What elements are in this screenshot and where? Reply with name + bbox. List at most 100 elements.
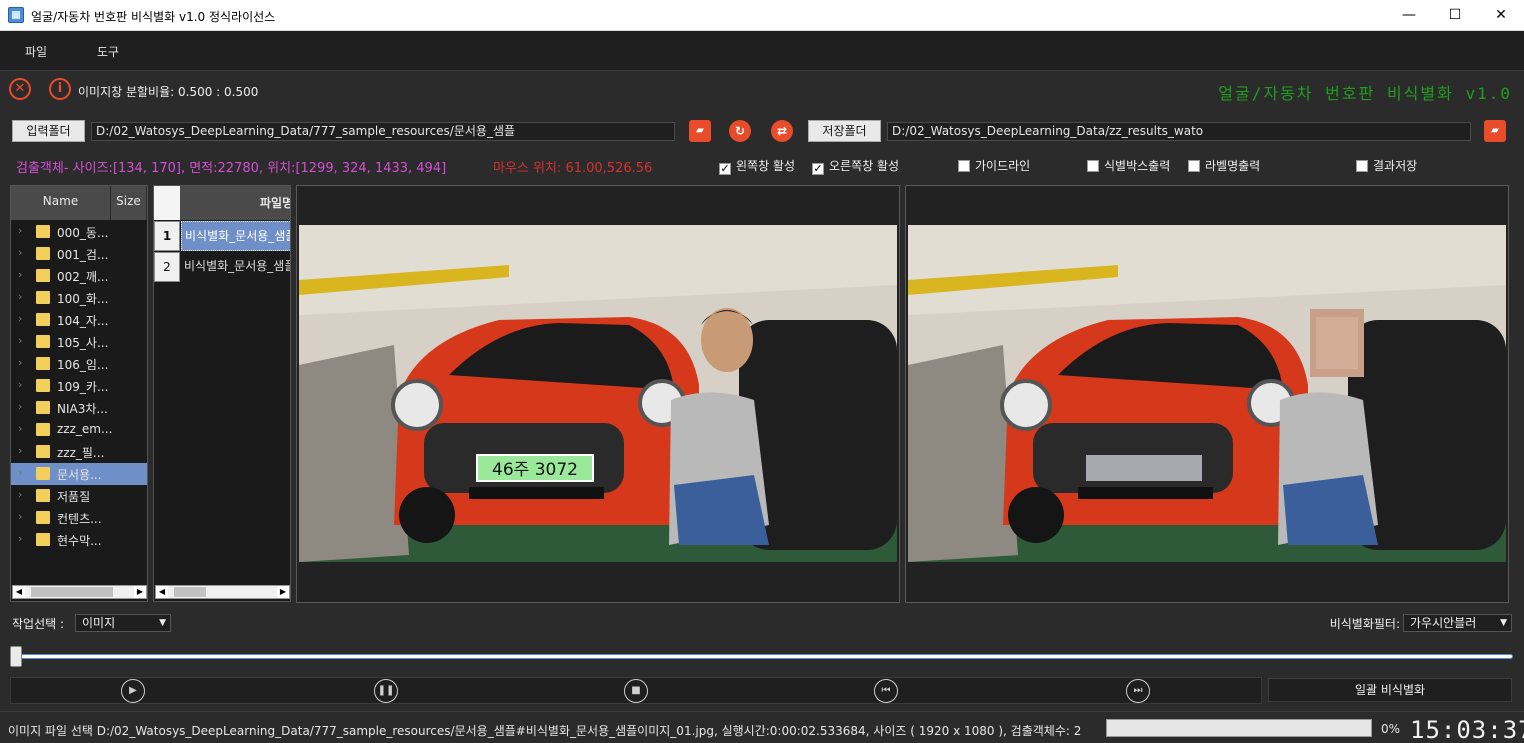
file-list[interactable]: 파일명 1 비식별화_문서용_샘플이미지_01.jpg 2 비식별화_문서용_샘… xyxy=(153,185,291,602)
tree-folder-label: NIA3차... xyxy=(57,402,108,416)
left-image-panel[interactable]: 46주 3072 xyxy=(296,185,900,603)
stop-icon[interactable]: ■ xyxy=(624,679,648,703)
chevron-right-icon[interactable]: › xyxy=(18,246,22,259)
tree-folder-item[interactable]: › 000_동... xyxy=(11,221,147,243)
frame-slider[interactable] xyxy=(10,646,1513,668)
close-x-icon[interactable]: ✕ xyxy=(9,78,31,100)
input-folder-button[interactable]: 입력폴더 xyxy=(12,120,85,142)
label-name-checkbox[interactable]: 라벨명출력 xyxy=(1188,157,1260,174)
tree-folder-item[interactable]: › NIA3차... xyxy=(11,397,147,419)
chevron-right-icon[interactable]: › xyxy=(18,422,22,435)
tree-folder-item[interactable]: › 100_화... xyxy=(11,287,147,309)
info-icon[interactable]: i xyxy=(49,78,71,100)
scroll-left-icon[interactable]: ◀ xyxy=(13,586,25,598)
id-box-checkbox[interactable]: 식별박스출력 xyxy=(1087,157,1170,174)
chevron-right-icon[interactable]: › xyxy=(18,400,22,413)
file-row[interactable]: 비식별화_문서용_샘플이미지_02.jpg xyxy=(181,252,290,282)
refresh-icon[interactable]: ↻ xyxy=(729,120,751,142)
chevron-right-icon[interactable]: › xyxy=(18,356,22,369)
chevron-right-icon[interactable]: › xyxy=(18,378,22,391)
tree-folder-label: 109_카... xyxy=(57,380,109,394)
tree-folder-item[interactable]: › 109_카... xyxy=(11,375,147,397)
folder-icon xyxy=(36,357,50,370)
file-list-hscrollbar[interactable]: ◀ ▶ xyxy=(155,585,290,599)
original-photo: 46주 3072 xyxy=(299,225,897,562)
folder-icon xyxy=(36,225,50,238)
scroll-right-icon[interactable]: ▶ xyxy=(277,586,289,598)
tree-header-name[interactable]: Name xyxy=(11,186,111,220)
tree-folder-item[interactable]: › 현수막... xyxy=(11,529,147,551)
tree-folder-item[interactable]: › 저품질 xyxy=(11,485,147,507)
checkbox-unchecked xyxy=(958,160,970,172)
swap-icon[interactable]: ⇄ xyxy=(771,120,793,142)
scroll-thumb[interactable] xyxy=(31,587,113,597)
right-image-panel[interactable] xyxy=(905,185,1509,603)
tree-folder-item[interactable]: › zzz_필... xyxy=(11,441,147,463)
chevron-right-icon[interactable]: › xyxy=(18,510,22,523)
job-select[interactable]: 이미지 ▼ xyxy=(75,614,171,632)
chevron-right-icon[interactable]: › xyxy=(18,312,22,325)
tree-folder-item[interactable]: › zzz_em... xyxy=(11,419,147,441)
tree-header-size[interactable]: Size xyxy=(111,186,147,220)
file-list-corner xyxy=(154,186,180,220)
chevron-right-icon[interactable]: › xyxy=(18,268,22,281)
file-list-header[interactable]: 파일명 xyxy=(180,186,290,220)
output-path-field[interactable]: D:/02_Watosys_DeepLearning_Data/zz_resul… xyxy=(887,122,1471,141)
minimize-button[interactable]: — xyxy=(1386,0,1432,31)
input-path-field[interactable]: D:/02_Watosys_DeepLearning_Data/777_samp… xyxy=(91,122,675,141)
filter-select[interactable]: 가우시안블러 ▼ xyxy=(1403,614,1512,632)
tree-folder-item[interactable]: › 106_임... xyxy=(11,353,147,375)
next-icon[interactable]: ⏭ xyxy=(1126,679,1150,703)
folder-icon xyxy=(36,423,50,436)
tree-folder-item[interactable]: › 002_깨... xyxy=(11,265,147,287)
row-number: 1 xyxy=(154,221,180,251)
chevron-right-icon[interactable]: › xyxy=(18,224,22,237)
deidentified-photo xyxy=(908,225,1506,562)
filter-select-value: 가우시안블러 xyxy=(1410,616,1477,630)
tree-folder-item[interactable]: › 104_자... xyxy=(11,309,147,331)
file-row[interactable]: 비식별화_문서용_샘플이미지_01.jpg xyxy=(181,221,290,251)
batch-deidentify-button[interactable]: 일괄 비식별화 xyxy=(1268,678,1512,702)
input-folder-icon[interactable]: ▰ xyxy=(689,120,711,142)
left-pane-checkbox[interactable]: ✓ 왼쪽창 활성 xyxy=(719,157,795,175)
previous-icon[interactable]: ⏮ xyxy=(874,679,898,703)
slider-track[interactable] xyxy=(14,654,1513,659)
chevron-right-icon[interactable]: › xyxy=(18,290,22,303)
output-folder-icon[interactable]: ▰ xyxy=(1484,120,1506,142)
right-pane-checkbox[interactable]: ✓ 오른쪽창 활성 xyxy=(812,157,899,175)
maximize-button[interactable]: ☐ xyxy=(1432,0,1478,31)
menu-tools[interactable]: 도구 xyxy=(97,43,119,60)
folder-tree[interactable]: Name Size › 000_동... › 001_검... › 002_깨... › 10… xyxy=(10,185,148,602)
scroll-right-icon[interactable]: ▶ xyxy=(134,586,146,598)
play-icon[interactable]: ▶ xyxy=(121,679,145,703)
filter-label: 비식별화필터: xyxy=(1329,617,1400,631)
folder-icon xyxy=(36,291,50,304)
folder-icon xyxy=(36,445,50,458)
tree-folder-label: zzz_em... xyxy=(57,422,113,436)
pause-icon[interactable]: ❚❚ xyxy=(374,679,398,703)
chevron-right-icon[interactable]: › xyxy=(18,334,22,347)
output-folder-button[interactable]: 저장폴더 xyxy=(808,120,881,142)
tree-folder-item[interactable]: › 105_사... xyxy=(11,331,147,353)
chevron-right-icon[interactable]: › xyxy=(18,488,22,501)
menu-file[interactable]: 파일 xyxy=(25,43,47,60)
checkbox-checked: ✓ xyxy=(719,162,731,175)
slider-handle[interactable] xyxy=(10,646,22,667)
chevron-right-icon[interactable]: › xyxy=(18,444,22,457)
save-result-checkbox[interactable]: 결과저장 xyxy=(1356,157,1417,174)
close-window-button[interactable]: ✕ xyxy=(1478,0,1524,31)
mouse-position: 마우스 위치: 61.00,526.56 xyxy=(493,161,653,176)
clock: 15:03:37 xyxy=(1410,716,1524,743)
checkbox-label: 결과저장 xyxy=(1373,159,1418,173)
guideline-checkbox[interactable]: 가이드라인 xyxy=(958,157,1030,174)
tree-folder-item[interactable]: › 문서용... xyxy=(11,463,147,485)
tree-hscrollbar[interactable]: ◀ ▶ xyxy=(12,585,147,599)
tree-folder-item[interactable]: › 컨텐츠... xyxy=(11,507,147,529)
chevron-right-icon[interactable]: › xyxy=(18,532,22,545)
tree-folder-item[interactable]: › 001_검... xyxy=(11,243,147,265)
scroll-thumb[interactable] xyxy=(174,587,206,597)
scroll-left-icon[interactable]: ◀ xyxy=(156,586,168,598)
folder-icon xyxy=(36,313,50,326)
checkbox-checked: ✓ xyxy=(812,162,824,175)
chevron-right-icon[interactable]: › xyxy=(18,466,22,479)
